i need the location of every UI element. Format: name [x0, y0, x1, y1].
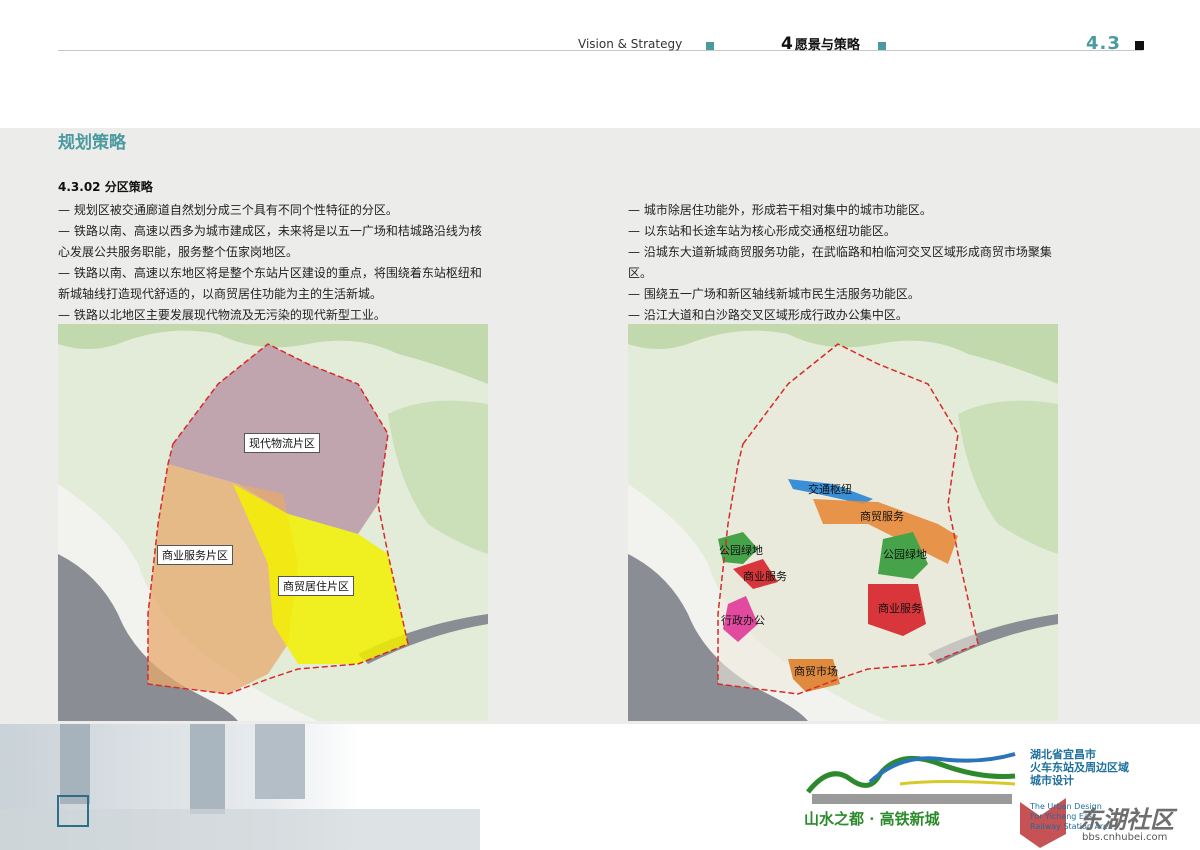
brand-line-2: 火车东站及周边区域: [1030, 761, 1129, 774]
footer: [0, 724, 1200, 850]
header-marker-1: [706, 42, 714, 50]
brand-line-1: 湖北省宜昌市: [1030, 748, 1096, 761]
right-line-2: — 以东站和长途车站为核心形成交通枢纽功能区。: [628, 224, 896, 238]
header-block-icon: [1135, 41, 1144, 50]
section-subtitle: 4.3.02 分区策略: [58, 180, 153, 194]
left-text-column: — 规划区被交通廊道自然划分成三个具有不同个性特征的分区。 — 铁路以南、高速以…: [58, 200, 578, 326]
right-line-3: — 沿城东大道新城商贸服务功能，在武临路和柏临河交叉区域形成商贸市场聚集: [628, 245, 1052, 259]
watermark-url: bbs.cnhubei.com: [1082, 832, 1168, 843]
right-line-1: — 城市除居住功能外，形成若干相对集中的城市功能区。: [628, 203, 932, 217]
function-label-park-east: 公园绿地: [883, 548, 927, 561]
left-line-1: — 规划区被交通廊道自然划分成三个具有不同个性特征的分区。: [58, 203, 398, 217]
brand-title-cn: 湖北省宜昌市 火车东站及周边区域 城市设计: [1030, 748, 1129, 787]
footer-city-illustration: [0, 724, 1066, 850]
function-label-admin: 行政办公: [721, 614, 765, 627]
brand-line-3: 城市设计: [1030, 774, 1074, 787]
left-line-5: 新城轴线打造现代舒适的，以商贸居住功能为主的生活新城。: [58, 287, 383, 301]
left-line-6: — 铁路以北地区主要发展现代物流及无污染的现代新型工业。: [58, 308, 386, 322]
header-chapter-title: 愿景与策略: [794, 38, 860, 53]
zone-label-logistics: 现代物流片区: [244, 433, 320, 453]
brand-slogan: 山水之都 · 高铁新城: [804, 810, 940, 828]
function-label-trade-service: 商贸服务: [860, 510, 904, 523]
function-label-commerce-east: 商业服务: [878, 602, 922, 615]
zoning-map-drawing: [58, 324, 488, 721]
header-page-num: 4.3: [1086, 33, 1121, 54]
header-chapter-num: 4: [781, 34, 793, 54]
right-text-column: — 城市除居住功能外，形成若干相对集中的城市功能区。 — 以东站和长途车站为核心…: [628, 200, 1148, 326]
function-label-commerce-west: 商业服务: [743, 570, 787, 583]
function-map: 交通枢纽 商贸服务 公园绿地 公园绿地 商业服务 商业服务 行政办公 商贸市场: [628, 324, 1058, 721]
left-line-4: — 铁路以南、高速以东地区将是整个东站片区建设的重点，将围绕着东站枢纽和: [58, 266, 482, 280]
header-section-en: Vision & Strategy: [578, 37, 683, 51]
zone-label-commercial: 商业服务片区: [157, 545, 233, 565]
header-marker-2: [878, 42, 886, 50]
function-label-market: 商贸市场: [794, 665, 838, 678]
zoning-map: 现代物流片区 商业服务片区 商贸居住片区: [58, 324, 488, 721]
zone-label-residential: 商贸居住片区: [278, 576, 354, 596]
function-label-park-west: 公园绿地: [719, 544, 763, 557]
right-line-4: 区。: [628, 266, 653, 280]
right-line-6: — 沿江大道和白沙路交叉区域形成行政办公集中区。: [628, 308, 908, 322]
watermark-name: 东湖社区: [1078, 806, 1174, 834]
left-line-3: 心发展公共服务职能，服务整个伍家岗地区。: [58, 245, 299, 259]
page-title: 规划策略: [58, 133, 126, 153]
function-map-drawing: [628, 324, 1058, 721]
right-line-5: — 围绕五一广场和新区轴线新城市民生活服务功能区。: [628, 287, 920, 301]
header-chapter: 4 愿景与策略: [781, 34, 860, 54]
function-label-transport-hub: 交通枢纽: [808, 483, 852, 496]
left-line-2: — 铁路以南、高速以西多为城市建成区，未来将是以五一广场和桔城路沿线为核: [58, 224, 482, 238]
